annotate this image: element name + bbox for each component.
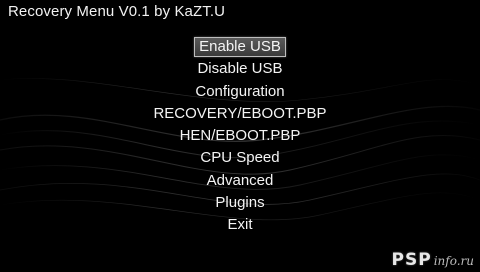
menu-item-label: Exit bbox=[227, 216, 253, 234]
recovery-menu-list: Enable USB Disable USB Configuration REC… bbox=[0, 37, 480, 238]
menu-item-label: Plugins bbox=[215, 194, 265, 212]
recovery-menu-screen: Recovery Menu V0.1 by KaZT.U Enable USB … bbox=[0, 0, 480, 272]
menu-item-disable-usb[interactable]: Disable USB bbox=[0, 59, 480, 81]
page-title: Recovery Menu V0.1 by KaZT.U bbox=[8, 3, 226, 20]
menu-item-label: Configuration bbox=[195, 82, 285, 100]
menu-item-label: Advanced bbox=[206, 171, 274, 189]
watermark-brand: PSP bbox=[391, 250, 432, 270]
menu-item-recovery-eboot[interactable]: RECOVERY/EBOOT.PBP bbox=[0, 104, 480, 126]
watermark-suffix: info.ru bbox=[433, 254, 474, 268]
menu-item-label: RECOVERY/EBOOT.PBP bbox=[153, 104, 327, 122]
menu-item-plugins[interactable]: Plugins bbox=[0, 193, 480, 215]
menu-item-exit[interactable]: Exit bbox=[0, 215, 480, 237]
menu-item-label: Enable USB bbox=[194, 37, 286, 57]
menu-item-label: CPU Speed bbox=[200, 149, 280, 167]
menu-item-enable-usb[interactable]: Enable USB bbox=[0, 37, 480, 59]
menu-item-label: HEN/EBOOT.PBP bbox=[179, 127, 301, 145]
site-watermark: PSP info.ru bbox=[391, 250, 474, 270]
menu-item-hen-eboot[interactable]: HEN/EBOOT.PBP bbox=[0, 126, 480, 148]
menu-item-cpu-speed[interactable]: CPU Speed bbox=[0, 148, 480, 170]
menu-item-label: Disable USB bbox=[197, 60, 283, 78]
menu-item-advanced[interactable]: Advanced bbox=[0, 171, 480, 193]
menu-item-configuration[interactable]: Configuration bbox=[0, 82, 480, 104]
